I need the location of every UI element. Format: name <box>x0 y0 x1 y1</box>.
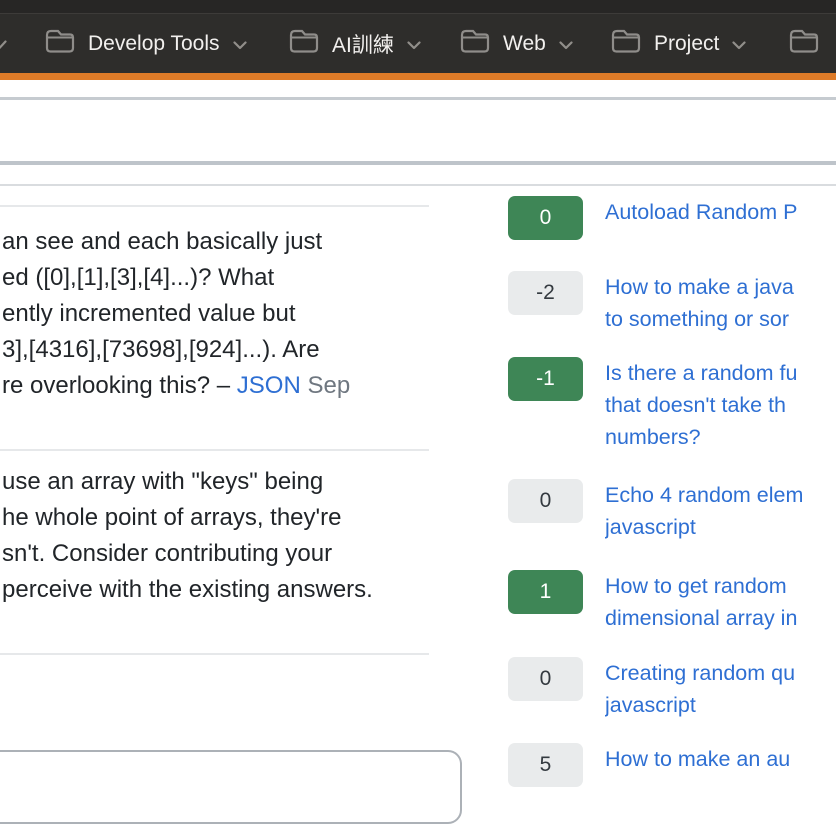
related-question-title-line: that doesn't take th <box>605 389 836 421</box>
comment-text-line: sn't. Consider contributing your <box>2 536 373 572</box>
topbar-orange-accent <box>0 73 836 80</box>
related-question-row: 0 Creating random qu javascript <box>508 657 836 721</box>
comment-text-line: perceive with the existing answers. <box>2 572 373 608</box>
related-question-link[interactable]: Echo 4 random elem javascript <box>605 479 836 543</box>
answer-score-badge: 5 <box>508 743 583 787</box>
answer-score-badge: 0 <box>508 479 583 523</box>
related-question-row: 0 Autoload Random P <box>508 196 836 240</box>
comment-author-link[interactable]: JSON <box>237 372 301 399</box>
bookmark-folder-label: Develop Tools <box>88 32 220 56</box>
folder-icon <box>45 29 75 58</box>
answer-score-badge: 0 <box>508 196 583 240</box>
related-question-title-line: Is there a random fu <box>605 357 836 389</box>
comment-text-line: re overlooking this? – JSON Sep <box>2 368 350 404</box>
bookmark-folder-ai-training[interactable]: AI訓練 <box>289 14 421 73</box>
related-question-title-line: Creating random qu <box>605 657 836 689</box>
folder-icon <box>611 29 641 58</box>
comment-text-line: ently incremented value but <box>2 296 350 332</box>
comment-separator <box>0 205 429 207</box>
related-question-link[interactable]: Is there a random fu that doesn't take t… <box>605 357 836 453</box>
answer-score-badge: 0 <box>508 657 583 701</box>
comment-separator <box>0 449 429 451</box>
chevron-down-icon <box>233 38 247 50</box>
related-question-title-line: dimensional array in <box>605 602 836 634</box>
comment: use an array with "keys" being he whole … <box>2 464 373 608</box>
folder-icon <box>460 29 490 58</box>
bookmark-folder-partial[interactable] <box>789 14 819 73</box>
bookmark-folder-label: Project <box>654 32 719 56</box>
window-titlebar <box>0 0 836 13</box>
comment-text-line: use an array with "keys" being <box>2 464 373 500</box>
comment-text-line: ed ([0],[1],[3],[4]...)? What <box>2 260 350 296</box>
chevron-down-icon <box>0 37 7 50</box>
chevron-down-icon <box>407 38 421 50</box>
bookmark-folder-label: AI訓練 <box>332 29 394 59</box>
post-section-border <box>0 161 836 165</box>
comment-date-fragment: Sep <box>301 372 350 399</box>
header-bottom-border <box>0 97 836 100</box>
bookmark-folder-web[interactable]: Web <box>460 14 573 73</box>
bookmark-overflow-chevron[interactable] <box>0 14 7 73</box>
answer-score-badge: -2 <box>508 271 583 315</box>
chevron-down-icon <box>732 38 746 50</box>
bookmark-folder-develop-tools[interactable]: Develop Tools <box>45 14 247 73</box>
bookmark-folder-label: Web <box>503 32 546 56</box>
comment-text-fragment: re overlooking this? – <box>2 372 237 399</box>
bookmarks-bar: Develop Tools AI訓練 Web Project <box>0 14 836 73</box>
comment-input-box[interactable] <box>0 750 462 824</box>
related-question-row: 1 How to get random dimensional array in <box>508 570 836 634</box>
related-question-title-line: Autoload Random P <box>605 196 836 228</box>
related-question-title-line: Echo 4 random elem <box>605 479 836 511</box>
comment-separator <box>0 653 429 655</box>
comment: an see and each basically just ed ([0],[… <box>2 224 350 404</box>
related-question-link[interactable]: How to make a java to something or sor <box>605 271 836 335</box>
comment-text-line: an see and each basically just <box>2 224 350 260</box>
related-question-title-line: to something or sor <box>605 303 836 335</box>
related-question-title-line: How to make an au <box>605 743 836 775</box>
related-question-link[interactable]: Creating random qu javascript <box>605 657 836 721</box>
comment-text-line: he whole point of arrays, they're <box>2 500 373 536</box>
related-question-row: 5 How to make an au <box>508 743 836 787</box>
comment-text-line: 3],[4316],[73698],[924]...). Are <box>2 332 350 368</box>
related-question-title-line: javascript <box>605 511 836 543</box>
bookmark-folder-project[interactable]: Project <box>611 14 746 73</box>
related-question-title-line: numbers? <box>605 421 836 453</box>
folder-icon <box>789 29 819 58</box>
related-question-link[interactable]: How to get random dimensional array in <box>605 570 836 634</box>
related-question-title-line: javascript <box>605 689 836 721</box>
related-question-link[interactable]: How to make an au <box>605 743 836 775</box>
chevron-down-icon <box>559 38 573 50</box>
related-question-title-line: How to get random <box>605 570 836 602</box>
answer-score-badge: -1 <box>508 357 583 401</box>
comments-top-border <box>0 184 836 186</box>
related-question-link[interactable]: Autoload Random P <box>605 196 836 228</box>
answer-score-badge: 1 <box>508 570 583 614</box>
related-question-row: -1 Is there a random fu that doesn't tak… <box>508 357 836 453</box>
related-question-title-line: How to make a java <box>605 271 836 303</box>
related-question-row: -2 How to make a java to something or so… <box>508 271 836 335</box>
folder-icon <box>289 29 319 58</box>
related-question-row: 0 Echo 4 random elem javascript <box>508 479 836 543</box>
